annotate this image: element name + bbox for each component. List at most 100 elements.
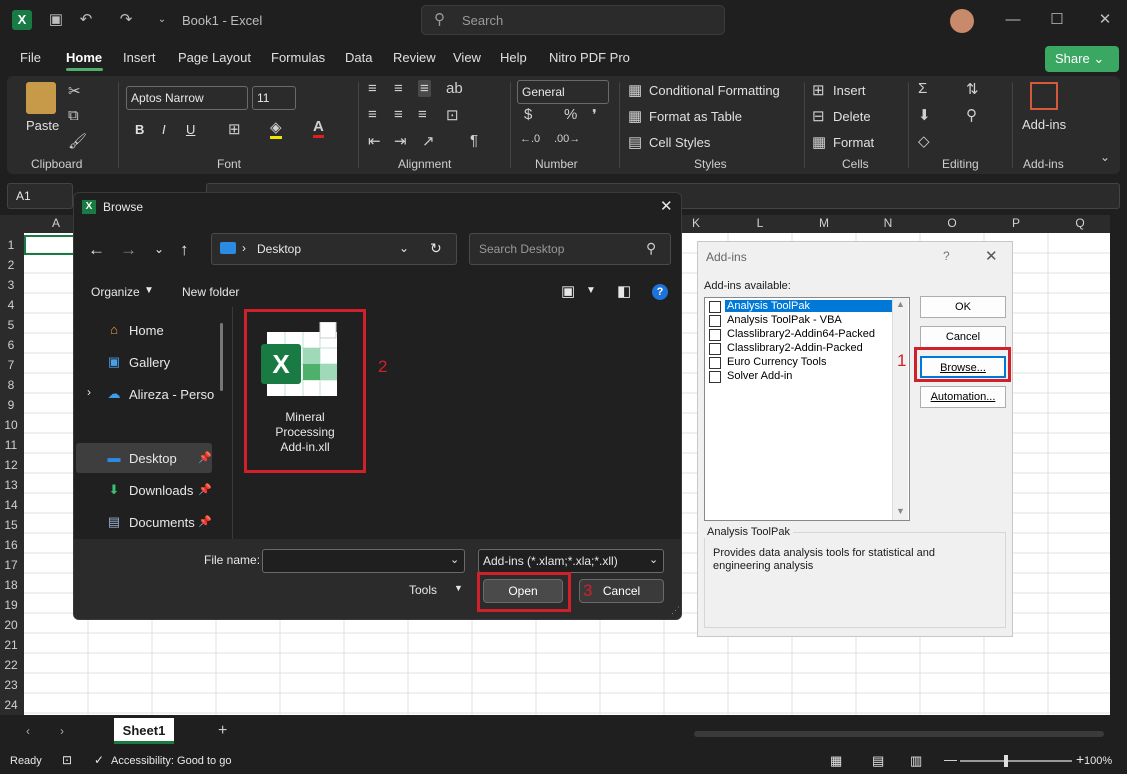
borders-icon[interactable]: ⊞ — [228, 120, 241, 138]
row-header[interactable]: 3 — [0, 278, 22, 292]
add-ins-list[interactable]: Analysis ToolPak Analysis ToolPak - VBA Cl… — [704, 297, 910, 521]
nav-item-home[interactable]: Home — [129, 323, 164, 338]
undo-icon[interactable]: ↶ — [76, 10, 96, 30]
nav-scrollbar[interactable] — [220, 323, 223, 391]
add-in-checkbox[interactable] — [709, 301, 721, 313]
search-desktop-input[interactable]: Search Desktop ⚲ — [469, 233, 671, 265]
view-options-dropdown-icon[interactable]: ▼ — [586, 285, 596, 296]
row-header[interactable]: 15 — [0, 518, 22, 532]
expand-chevron-icon[interactable]: › — [87, 385, 91, 399]
merge-center-icon[interactable]: ⊡ — [446, 106, 459, 124]
accessibility-status[interactable]: Accessibility: Good to go — [111, 755, 231, 767]
normal-view-icon[interactable]: ▦ — [830, 753, 842, 769]
row-header[interactable]: 6 — [0, 338, 22, 352]
row-header[interactable]: 19 — [0, 598, 22, 612]
insert-cells-button[interactable]: Insert — [833, 83, 866, 98]
menu-file[interactable]: File — [20, 50, 41, 65]
breadcrumb[interactable]: Desktop — [257, 242, 301, 256]
add-ins-button[interactable]: Add-ins — [1022, 117, 1066, 132]
tools-dropdown-icon[interactable]: ▼ — [454, 583, 463, 593]
page-layout-view-icon[interactable]: ▤ — [872, 753, 884, 769]
preview-pane-icon[interactable]: ◧ — [617, 282, 631, 300]
add-ins-icon[interactable] — [1030, 82, 1058, 110]
maximize-icon[interactable]: ☐ — [1047, 10, 1067, 30]
zoom-out-icon[interactable]: — — [944, 752, 957, 767]
menu-nitro[interactable]: Nitro PDF Pro — [549, 50, 630, 65]
wrap-text-icon[interactable]: ab — [446, 80, 463, 97]
file-type-filter[interactable]: Add-ins (*.xlam;*.xla;*.xll) — [478, 549, 664, 573]
nav-item-downloads[interactable]: Downloads — [129, 483, 193, 498]
bold-button[interactable]: B — [135, 122, 144, 137]
font-size-select[interactable]: 11 — [252, 86, 296, 110]
menu-formulas[interactable]: Formulas — [271, 50, 325, 65]
column-header[interactable]: N — [856, 216, 920, 230]
nav-item-onedrive[interactable]: Alireza - Persona — [129, 387, 215, 402]
redo-icon[interactable]: ↷ — [116, 10, 136, 30]
share-button[interactable]: Share ⌄ — [1045, 46, 1119, 72]
align-bottom-icon[interactable]: ≡ — [418, 80, 431, 97]
next-sheet-icon[interactable]: › — [60, 724, 64, 738]
row-header[interactable]: 8 — [0, 378, 22, 392]
column-header[interactable]: P — [984, 216, 1048, 230]
menu-insert[interactable]: Insert — [123, 50, 156, 65]
zoom-slider-thumb[interactable] — [1004, 755, 1008, 767]
add-in-checkbox[interactable] — [709, 357, 721, 369]
new-folder-button[interactable]: New folder — [182, 285, 239, 299]
row-header[interactable]: 20 — [0, 618, 22, 632]
minimize-icon[interactable]: — — [1003, 10, 1023, 30]
save-icon[interactable]: ▣ — [46, 10, 66, 30]
vertical-scrollbar[interactable] — [1113, 233, 1123, 715]
file-name-input[interactable] — [262, 549, 465, 573]
row-header[interactable]: 7 — [0, 358, 22, 372]
row-header[interactable]: 9 — [0, 398, 22, 412]
chevron-down-icon[interactable]: ⌄ — [399, 241, 409, 255]
orientation-icon[interactable]: ↗ — [422, 132, 435, 150]
column-header[interactable]: M — [792, 216, 856, 230]
column-header[interactable]: O — [920, 216, 984, 230]
add-sheet-icon[interactable]: + — [218, 722, 227, 740]
avatar[interactable] — [950, 9, 974, 33]
menu-help[interactable]: Help — [500, 50, 527, 65]
delete-cells-button[interactable]: Delete — [833, 109, 871, 124]
increase-indent-icon[interactable]: ⇥ — [394, 132, 407, 150]
nav-item-documents[interactable]: Documents — [129, 515, 195, 530]
row-header[interactable]: 1 — [0, 238, 22, 252]
ok-button[interactable]: OK — [920, 296, 1006, 318]
row-header[interactable]: 21 — [0, 638, 22, 652]
menu-view[interactable]: View — [453, 50, 481, 65]
row-header[interactable]: 23 — [0, 678, 22, 692]
automation-button[interactable]: Automation... — [920, 386, 1006, 408]
row-header[interactable]: 18 — [0, 578, 22, 592]
copy-icon[interactable]: ⧉ — [68, 107, 79, 124]
list-scrollbar[interactable]: ▲ ▼ — [892, 298, 908, 520]
sheet-tab-sheet1[interactable]: Sheet1 — [114, 718, 174, 744]
horizontal-scrollbar[interactable] — [694, 731, 1104, 737]
cancel-button[interactable]: Cancel — [920, 326, 1006, 348]
close-icon[interactable]: ✕ — [1095, 10, 1115, 30]
row-header[interactable]: 10 — [0, 418, 22, 432]
align-middle-icon[interactable]: ≡ — [394, 80, 403, 97]
row-header[interactable]: 24 — [0, 698, 22, 712]
nav-item-desktop[interactable]: Desktop — [129, 451, 177, 466]
underline-button[interactable]: U — [186, 122, 195, 137]
menu-data[interactable]: Data — [345, 50, 372, 65]
align-left-icon[interactable]: ≡ — [368, 106, 377, 123]
format-cells-button[interactable]: Format — [833, 135, 874, 150]
macro-icon[interactable]: ⊡ — [62, 753, 72, 767]
column-header[interactable]: Q — [1048, 216, 1112, 230]
page-break-view-icon[interactable]: ▥ — [910, 753, 922, 769]
add-in-checkbox[interactable] — [709, 343, 721, 355]
font-name-select[interactable]: Aptos Narrow — [126, 86, 248, 110]
align-right-icon[interactable]: ≡ — [418, 106, 427, 123]
clear-icon[interactable]: ◇ — [918, 132, 930, 150]
row-header[interactable]: 17 — [0, 558, 22, 572]
scroll-down-icon[interactable]: ▼ — [896, 506, 905, 516]
collapse-ribbon-icon[interactable]: ⌄ — [1100, 150, 1110, 164]
customize-qat-icon[interactable]: ⌄ — [152, 10, 172, 30]
align-center-icon[interactable]: ≡ — [394, 106, 403, 123]
resize-grip-icon[interactable]: ⋰ — [671, 605, 680, 616]
add-in-checkbox[interactable] — [709, 371, 721, 383]
help-button[interactable]: ? — [943, 249, 950, 263]
close-icon[interactable]: ✕ — [985, 247, 998, 265]
zoom-in-icon[interactable]: + — [1076, 751, 1084, 767]
